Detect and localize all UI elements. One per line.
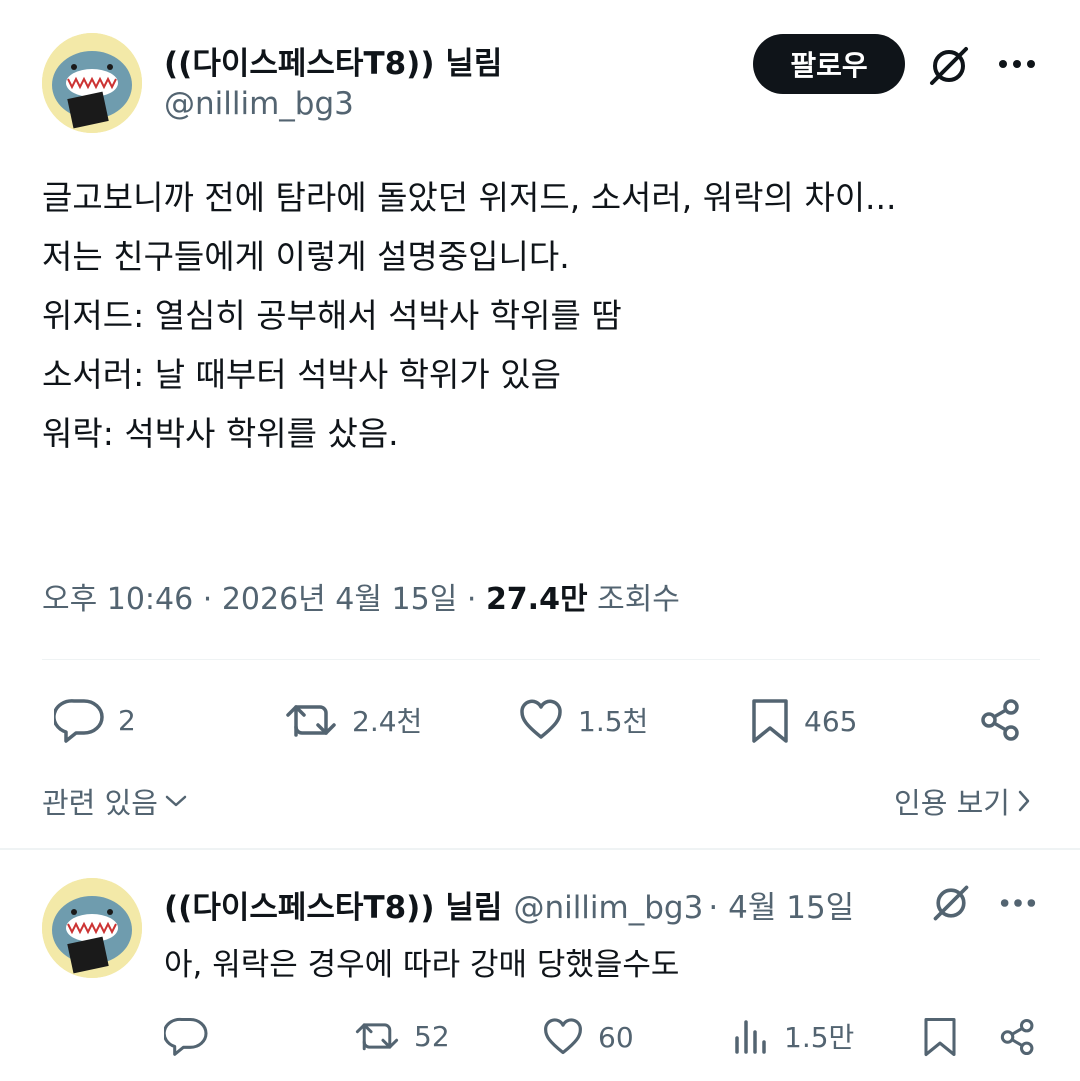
reply-author-handle[interactable]: @nillim_bg3 xyxy=(513,890,703,926)
tweet-time[interactable]: 오후 10:46 xyxy=(42,582,193,617)
reply-share-button[interactable] xyxy=(998,1016,1038,1058)
section-divider xyxy=(0,848,1080,850)
tweet-text: 글고보니까 전에 탐라에 돌았던 위저드, 소서러, 워락의 차이... 저는 … xyxy=(42,168,897,463)
divider xyxy=(42,659,1040,660)
share-icon xyxy=(1000,1018,1034,1056)
reply-like-count: 60 xyxy=(598,1020,634,1054)
reply-retweet-button[interactable]: 52 xyxy=(354,1016,450,1056)
follow-button[interactable]: 팔로우 xyxy=(753,34,905,94)
grok-icon[interactable] xyxy=(930,882,972,924)
like-count: 1.5천 xyxy=(578,705,649,738)
meta-separator: · xyxy=(708,890,729,926)
heart-icon xyxy=(544,1018,582,1055)
related-toggle[interactable]: 관련 있음 xyxy=(42,780,188,822)
author-handle[interactable]: @nillim_bg3 xyxy=(164,86,354,122)
reply-author-name[interactable]: ((다이스페스타T8)) 닐림 xyxy=(164,890,502,926)
more-icon[interactable] xyxy=(996,54,1038,74)
reply-bookmark-button[interactable] xyxy=(922,1016,958,1058)
more-icon[interactable] xyxy=(998,893,1038,913)
retweet-icon xyxy=(286,705,336,737)
reply-like-button[interactable]: 60 xyxy=(542,1016,634,1058)
retweet-icon xyxy=(355,1023,399,1051)
avatar[interactable] xyxy=(42,33,142,133)
retweet-count: 2.4천 xyxy=(352,705,423,738)
heart-icon xyxy=(520,699,562,739)
reply-avatar[interactable] xyxy=(42,878,142,978)
grok-icon[interactable] xyxy=(926,43,972,89)
retweet-button[interactable]: 2.4천 xyxy=(284,697,422,743)
like-button[interactable]: 1.5천 xyxy=(518,697,648,743)
author-name[interactable]: ((다이스페스타T8)) 닐림 xyxy=(164,38,502,83)
reply-icon xyxy=(54,699,104,743)
tweet-line: 저는 친구들에게 이렇게 설명중입니다. xyxy=(42,237,570,276)
tweet-line: 글고보니까 전에 탐라에 돌았던 위저드, 소서러, 워락의 차이... xyxy=(42,178,897,217)
tweet-meta: 오후 10:46 · 2026년 4월 15일 · 27.4만 조회수 xyxy=(42,574,680,618)
share-icon xyxy=(981,699,1019,741)
related-label: 관련 있음 xyxy=(42,786,158,820)
views-icon xyxy=(735,1020,766,1054)
tweet-line: 워락: 석박사 학위를 샀음. xyxy=(42,414,399,453)
bookmark-count: 465 xyxy=(804,704,858,738)
reply-text: 아, 워락은 경우에 따라 강매 당했을수도 xyxy=(164,947,680,983)
chevron-right-icon xyxy=(1018,790,1030,812)
reply-views-count: 1.5만 xyxy=(784,1021,855,1054)
reply-icon xyxy=(164,1017,208,1056)
bookmark-icon xyxy=(752,699,788,743)
bookmark-icon xyxy=(924,1017,956,1057)
reply-header: ((다이스페스타T8)) 닐림 @nillim_bg3 · 4월 15일 xyxy=(164,882,854,927)
reply-count: 2 xyxy=(118,703,136,737)
tweet-line: 위저드: 열심히 공부해서 석박사 학위를 땀 xyxy=(42,296,622,335)
view-quotes-link[interactable]: 인용 보기 xyxy=(894,780,1032,822)
share-button[interactable] xyxy=(978,697,1024,743)
meta-separator: · xyxy=(466,582,486,617)
reply-button[interactable]: 2 xyxy=(54,697,136,743)
reply-date[interactable]: 4월 15일 xyxy=(728,890,854,926)
chevron-down-icon xyxy=(165,795,187,807)
reply-views-button[interactable]: 1.5만 xyxy=(732,1016,854,1056)
views-label: 조회수 xyxy=(597,582,680,617)
reply-reply-button[interactable] xyxy=(164,1016,222,1056)
quotes-label: 인용 보기 xyxy=(894,786,1010,820)
meta-separator: · xyxy=(202,582,222,617)
tweet-line: 소서러: 날 때부터 석박사 학위가 있음 xyxy=(42,355,561,394)
views-count: 27.4만 xyxy=(485,582,588,617)
bookmark-button[interactable]: 465 xyxy=(750,697,857,745)
follow-label: 팔로우 xyxy=(790,49,868,82)
reply-retweet-count: 52 xyxy=(414,1019,450,1053)
tweet-date[interactable]: 2026년 4월 15일 xyxy=(222,582,457,617)
